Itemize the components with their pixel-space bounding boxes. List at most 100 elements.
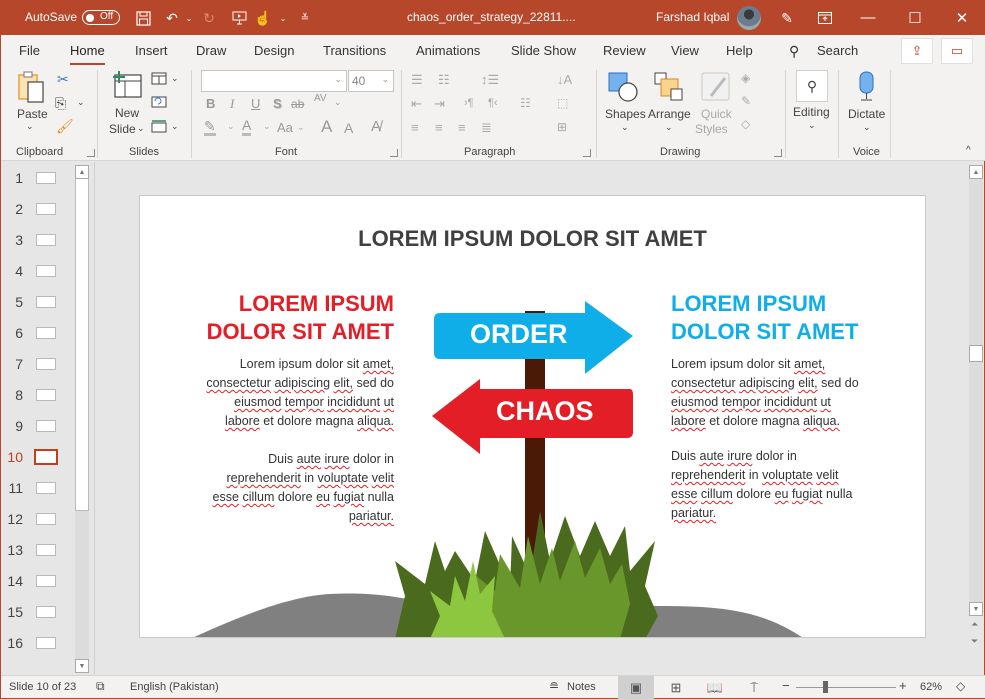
font-size-input[interactable]: 40 ⌄ (348, 70, 394, 92)
paste-dropdown-icon[interactable]: ⌄ (26, 121, 34, 132)
tab-file[interactable]: File (19, 43, 40, 58)
fit-to-window-icon[interactable]: ◇ (956, 679, 965, 693)
slide-show-button[interactable]: ⍑ (736, 676, 772, 699)
slide-thumbnail[interactable] (36, 172, 56, 184)
collapse-ribbon-icon[interactable]: ^ (966, 145, 971, 156)
new-slide-label[interactable]: New (115, 106, 139, 120)
section-dropdown-icon[interactable]: ⌄ (171, 121, 179, 132)
thumbnail-number[interactable]: 4 (1, 263, 23, 279)
align-right-icon[interactable]: ≡ (458, 120, 466, 135)
microphone-icon[interactable] (857, 71, 877, 106)
character-spacing-button[interactable]: AV (314, 93, 327, 104)
touch-dropdown-icon[interactable]: ⌄ (273, 8, 293, 28)
paste-button[interactable]: Paste (17, 107, 48, 121)
tab-slide-show[interactable]: Slide Show (511, 43, 576, 58)
slide-thumbnail[interactable] (36, 420, 56, 432)
shapes-dropdown-icon[interactable]: ⌄ (621, 122, 629, 133)
thumbnail-number[interactable]: 14 (1, 573, 23, 589)
slide-thumbnail[interactable] (36, 265, 56, 277)
tab-transitions[interactable]: Transitions (323, 43, 386, 58)
shape-fill-icon[interactable]: ◈ (741, 71, 750, 85)
editing-button[interactable]: Editing (793, 105, 830, 119)
user-name[interactable]: Farshad Iqbal (656, 10, 729, 24)
zoom-level[interactable]: 62% (920, 681, 942, 693)
find-icon[interactable]: ⚲ (796, 70, 828, 102)
slide-thumbnail[interactable] (36, 296, 56, 308)
text-direction-icon[interactable]: ↓A (557, 72, 572, 87)
thumbnail-number[interactable]: 12 (1, 511, 23, 527)
shadow-button[interactable]: S (273, 96, 282, 111)
comments-button[interactable]: ▭ (941, 38, 973, 64)
align-center-icon[interactable]: ≡ (435, 120, 443, 135)
thumbnail-scrollbar-thumb[interactable] (75, 177, 89, 511)
thumbnail-number[interactable]: 5 (1, 294, 23, 310)
smartart-icon[interactable]: ⊞ (557, 120, 567, 134)
accessibility-icon[interactable]: ⧉ (96, 679, 105, 694)
next-slide-icon[interactable]: ⏷ (971, 636, 978, 647)
decrease-indent-icon[interactable]: ⇤ (411, 96, 422, 112)
thumbnail-number[interactable]: 9 (1, 418, 23, 434)
clipboard-launcher-icon[interactable] (87, 149, 95, 157)
panel-splitter[interactable] (94, 162, 95, 674)
justify-icon[interactable]: ≣ (481, 120, 492, 136)
layout-icon[interactable] (151, 72, 167, 88)
slide-scroll-up-button[interactable]: ▲ (969, 165, 983, 179)
shape-effects-icon[interactable]: ◇ (741, 117, 750, 131)
character-spacing-dropdown-icon[interactable]: ⌄ (334, 97, 342, 108)
font-color-icon[interactable]: A (242, 118, 252, 136)
share-button[interactable]: ⇪ (901, 38, 933, 64)
font-size-dropdown-icon[interactable]: ⌄ (381, 74, 389, 85)
shrink-font-button[interactable]: A (344, 120, 353, 136)
bullets-icon[interactable]: ☰ (411, 72, 423, 88)
thumbnail-scroll-up-button[interactable]: ▲ (75, 165, 89, 179)
maximize-button[interactable]: ☐ (892, 0, 938, 35)
slide-canvas[interactable]: LOREM IPSUM DOLOR SIT AMET LOREM IPSUM D… (139, 195, 926, 638)
slide-thumbnail[interactable] (36, 389, 56, 401)
slide-sorter-button[interactable]: ⊞ (658, 676, 694, 699)
search-box[interactable]: Search (817, 43, 858, 58)
thumbnail-number[interactable]: 16 (1, 635, 23, 651)
font-name-dropdown-icon[interactable]: ⌄ (334, 74, 342, 85)
paragraph-launcher-icon[interactable] (583, 149, 591, 157)
copy-dropdown-icon[interactable]: ⌄ (77, 97, 85, 108)
slide-thumbnail[interactable] (36, 234, 56, 246)
slide-thumbnail[interactable] (36, 575, 56, 587)
dictate-dropdown-icon[interactable]: ⌄ (863, 122, 871, 133)
reading-view-button[interactable]: 📖 (697, 676, 733, 699)
thumbnail-number[interactable]: 13 (1, 542, 23, 558)
slide-scrollbar[interactable] (969, 166, 983, 616)
dictate-button[interactable]: Dictate (848, 107, 885, 121)
zoom-in-button[interactable]: + (899, 678, 907, 693)
tab-help[interactable]: Help (726, 43, 753, 58)
line-spacing-icon[interactable]: ↕☰ (481, 72, 499, 88)
new-slide-button[interactable]: Slide (109, 122, 136, 136)
search-icon[interactable]: ⚲ (789, 43, 799, 60)
previous-slide-icon[interactable]: ⏶ (971, 619, 978, 630)
slide-thumbnail[interactable] (36, 327, 56, 339)
touch-mode-icon[interactable]: ☝ (253, 8, 273, 28)
new-slide-icon[interactable] (111, 71, 143, 102)
highlight-icon[interactable]: ✎ (204, 119, 216, 136)
language-indicator[interactable]: English (Pakistan) (130, 681, 219, 693)
increase-indent-icon[interactable]: ⇥ (434, 96, 445, 112)
change-case-dropdown-icon[interactable]: ⌄ (297, 122, 305, 133)
highlight-dropdown-icon[interactable]: ⌄ (227, 121, 235, 132)
thumbnail-number[interactable]: 2 (1, 201, 23, 217)
editing-dropdown-icon[interactable]: ⌄ (808, 120, 816, 131)
tab-insert[interactable]: Insert (135, 43, 168, 58)
slide-thumbnail[interactable] (36, 203, 56, 215)
slide-scroll-down-button[interactable]: ▼ (969, 602, 983, 616)
format-painter-icon[interactable]: 🖌 (56, 118, 74, 135)
customize-toolbar-icon[interactable]: ≚ (295, 8, 315, 28)
thumbnail-number[interactable]: 8 (1, 387, 23, 403)
reset-slide-icon[interactable] (151, 95, 167, 111)
copy-icon[interactable]: ⎘ (55, 95, 66, 112)
minimize-button[interactable]: — (845, 0, 891, 35)
underline-button[interactable]: U (251, 96, 260, 111)
align-left-icon[interactable]: ≡ (411, 120, 419, 135)
shapes-button[interactable]: Shapes (605, 107, 646, 121)
slide-thumbnail[interactable] (36, 606, 56, 618)
tab-draw[interactable]: Draw (196, 43, 226, 58)
thumbnail-number[interactable]: 3 (1, 232, 23, 248)
bold-button[interactable]: B (206, 96, 215, 111)
